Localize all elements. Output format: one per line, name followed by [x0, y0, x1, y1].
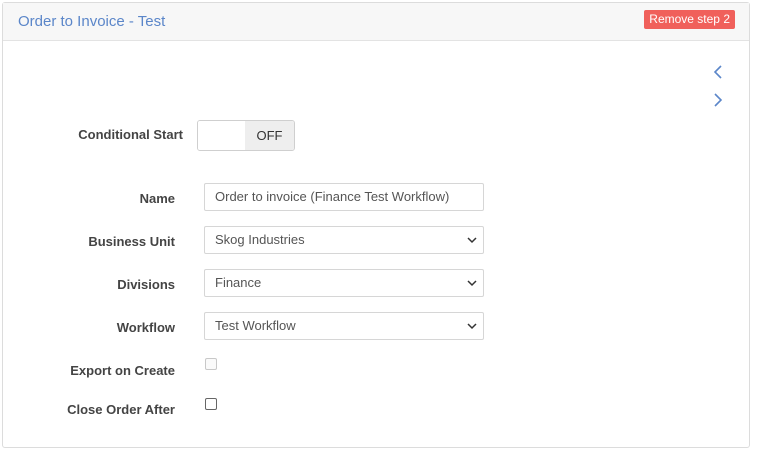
- panel-header: Order to Invoice - Test Remove step 2: [3, 3, 749, 41]
- chevron-right-icon[interactable]: [711, 91, 725, 109]
- name-label: Name: [139, 191, 175, 206]
- chevron-down-icon: [467, 280, 477, 287]
- export-on-create-checkbox[interactable]: [205, 358, 217, 370]
- workflow-label: Workflow: [116, 320, 175, 335]
- chevron-down-icon: [467, 237, 477, 244]
- step-panel: Order to Invoice - Test Remove step 2 Co…: [2, 2, 750, 448]
- workflow-value: Test Workflow: [215, 318, 296, 333]
- chevron-left-icon[interactable]: [711, 63, 725, 81]
- business-unit-select[interactable]: Skog Industries: [204, 226, 484, 254]
- workflow-select[interactable]: Test Workflow: [204, 312, 484, 340]
- export-on-create-label: Export on Create: [70, 363, 175, 378]
- panel-title: Order to Invoice - Test: [18, 13, 166, 30]
- business-unit-value: Skog Industries: [215, 232, 305, 247]
- conditional-start-toggle[interactable]: OFF: [197, 120, 295, 151]
- business-unit-label: Business Unit: [88, 234, 175, 249]
- name-input-value: Order to invoice (Finance Test Workflow): [215, 189, 450, 204]
- conditional-start-label: Conditional Start: [78, 127, 183, 142]
- divisions-value: Finance: [215, 275, 262, 290]
- close-order-after-label: Close Order After: [67, 402, 175, 417]
- name-input[interactable]: Order to invoice (Finance Test Workflow): [204, 183, 484, 211]
- close-order-after-checkbox[interactable]: [205, 398, 217, 410]
- toggle-handle: [198, 121, 247, 150]
- remove-step-button[interactable]: Remove step 2: [644, 10, 735, 29]
- toggle-state-label: OFF: [245, 121, 294, 150]
- divisions-label: Divisions: [117, 277, 175, 292]
- chevron-down-icon: [467, 323, 477, 330]
- divisions-select[interactable]: Finance: [204, 269, 484, 297]
